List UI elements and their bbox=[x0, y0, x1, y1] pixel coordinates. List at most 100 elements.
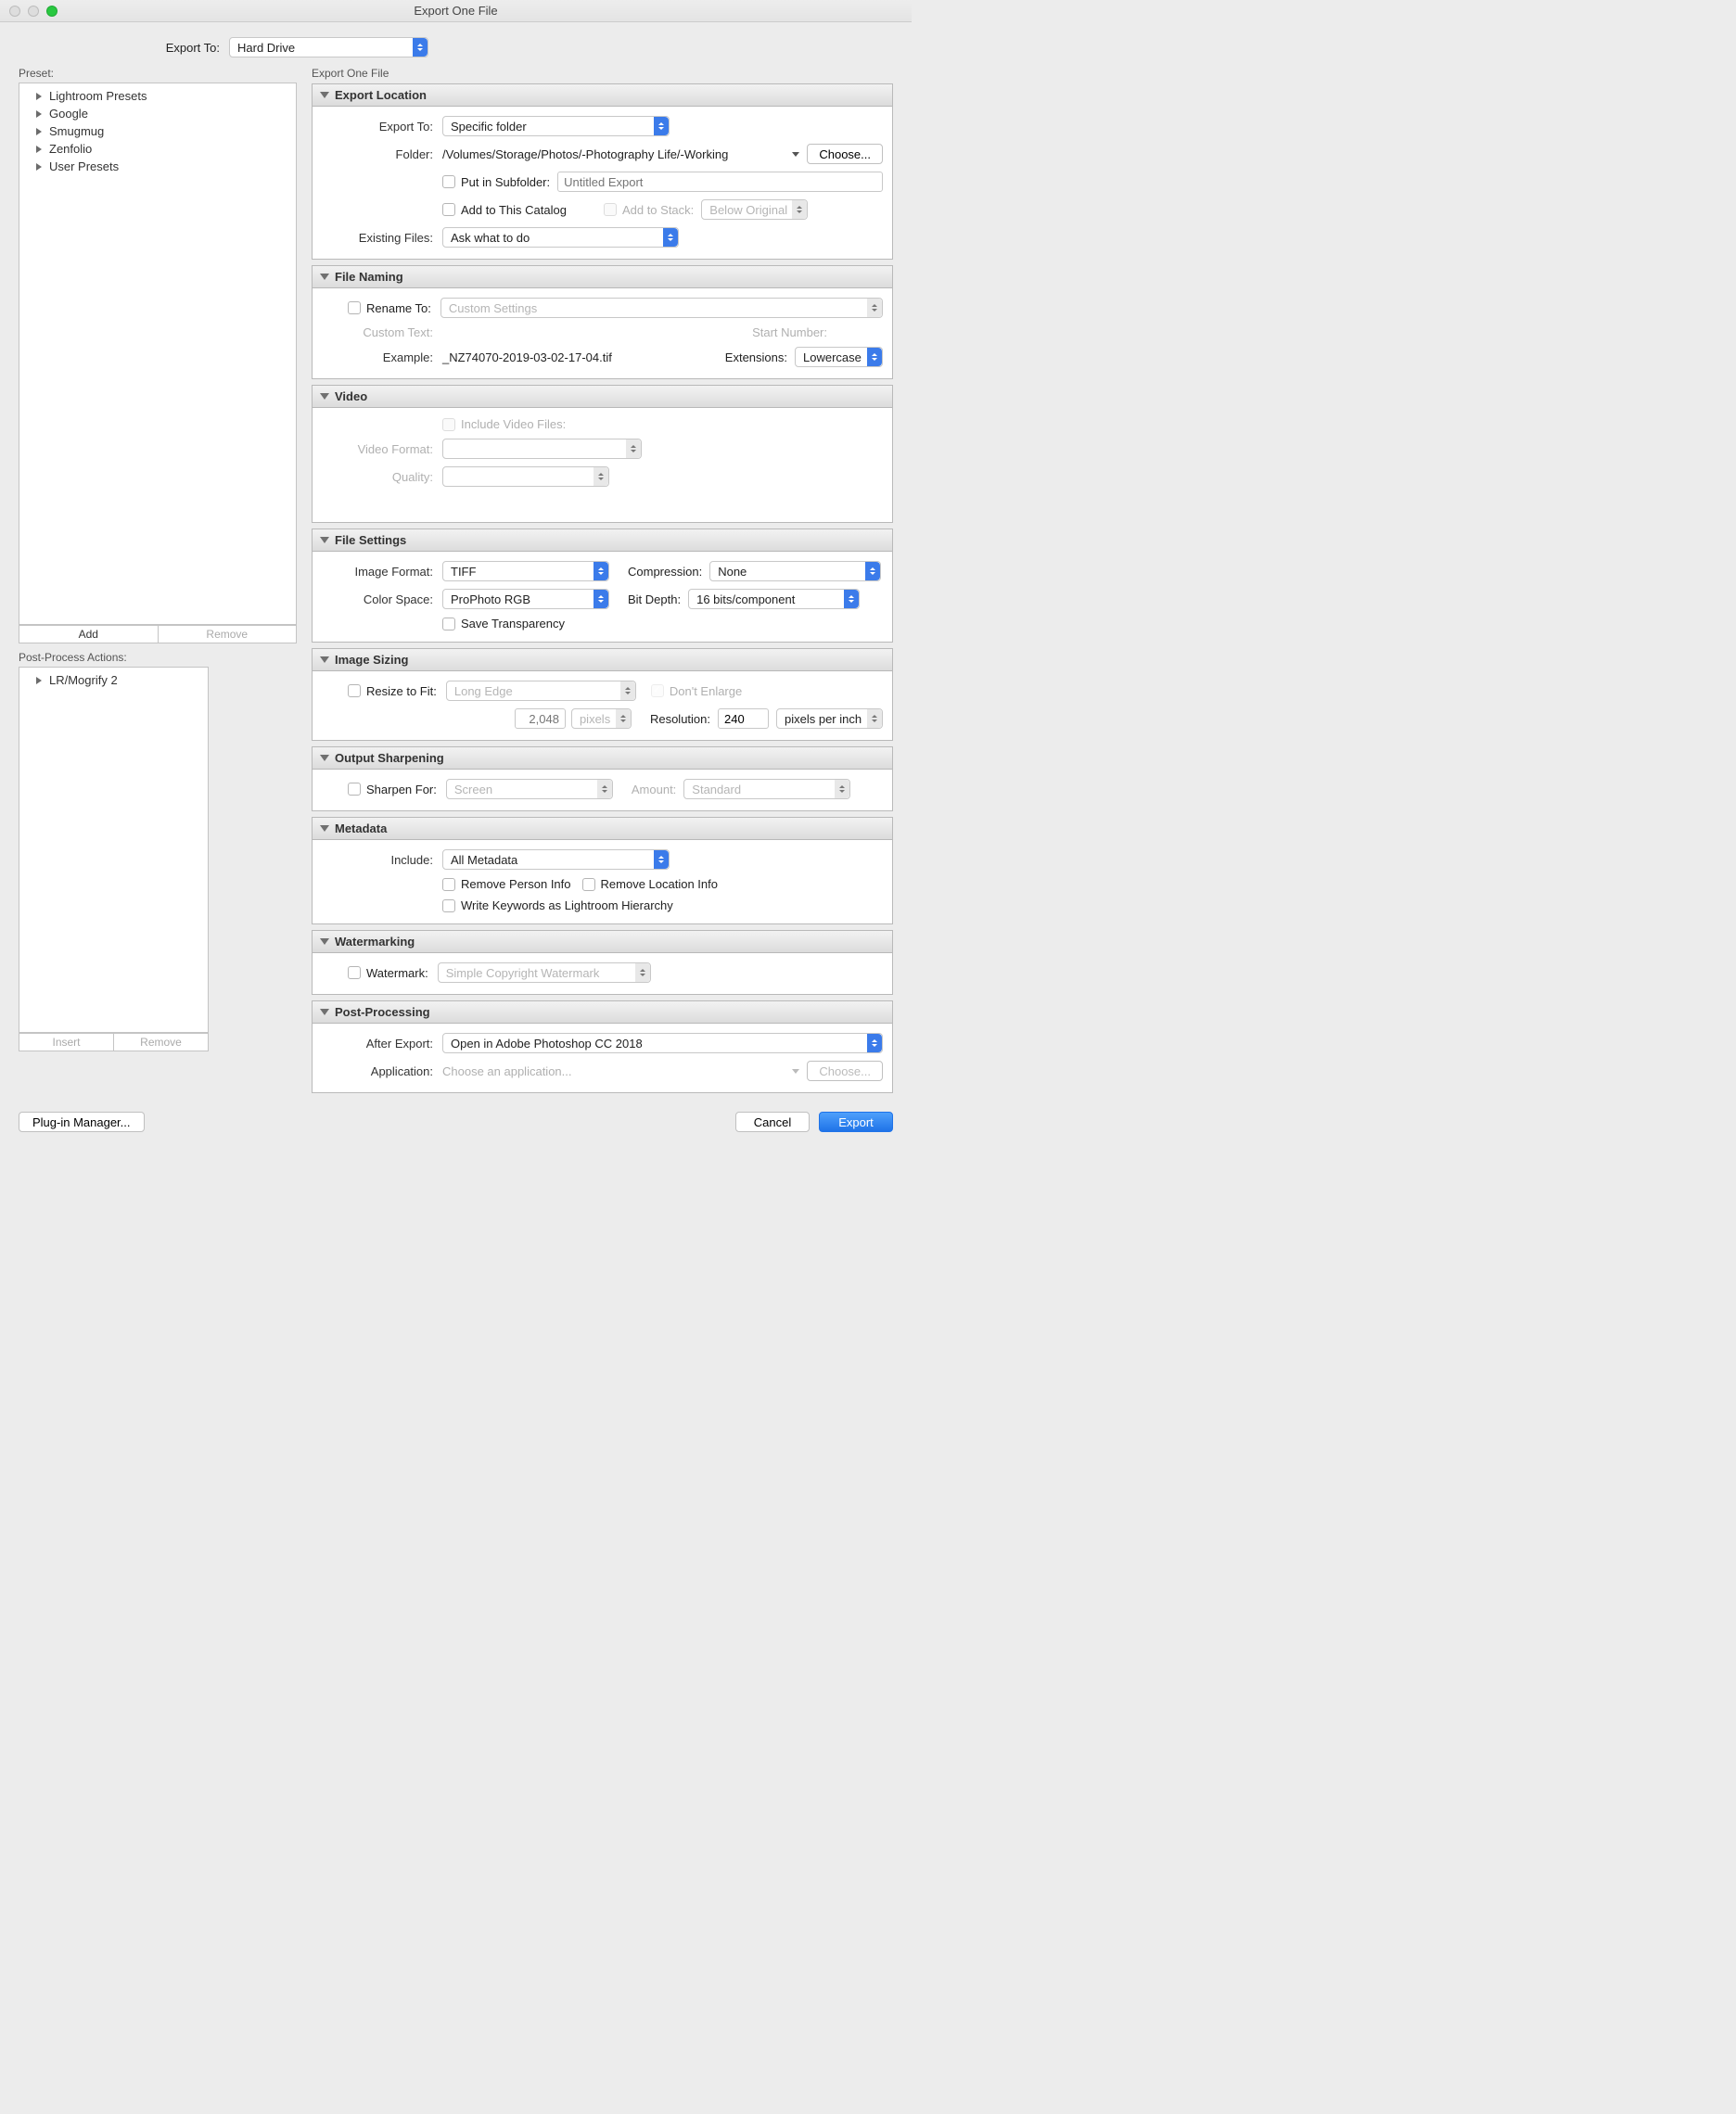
panel-file-settings: File Settings Image Format: TIFF Compres… bbox=[312, 528, 893, 643]
panel-head[interactable]: File Settings bbox=[313, 529, 892, 552]
window-title: Export One File bbox=[0, 4, 912, 18]
minimize-icon[interactable] bbox=[28, 6, 39, 17]
extensions-label: Extensions: bbox=[725, 350, 787, 364]
panel-head[interactable]: Watermarking bbox=[313, 931, 892, 953]
panel-watermarking: Watermarking Watermark: Simple Copyright… bbox=[312, 930, 893, 995]
resolution-input[interactable] bbox=[718, 708, 769, 729]
panel-head[interactable]: Video bbox=[313, 386, 892, 408]
sharpen-checkbox[interactable] bbox=[348, 783, 361, 796]
compression-select[interactable]: None bbox=[709, 561, 881, 581]
rename-to-label: Rename To: bbox=[366, 301, 431, 315]
video-format-label: Video Format: bbox=[322, 442, 433, 456]
preset-item[interactable]: Zenfolio bbox=[19, 140, 296, 158]
remove-person-label: Remove Person Info bbox=[461, 877, 571, 891]
extensions-select[interactable]: Lowercase bbox=[795, 347, 883, 367]
remove-location-checkbox[interactable] bbox=[582, 878, 595, 891]
subfolder-input[interactable] bbox=[557, 172, 883, 192]
panel-metadata: Metadata Include: All Metadata Remove Pe… bbox=[312, 817, 893, 924]
subfolder-label: Put in Subfolder: bbox=[461, 175, 550, 189]
chevron-down-icon bbox=[320, 537, 329, 543]
write-keywords-checkbox[interactable] bbox=[442, 899, 455, 912]
after-export-select[interactable]: Open in Adobe Photoshop CC 2018 bbox=[442, 1033, 883, 1053]
custom-text-label: Custom Text: bbox=[322, 325, 433, 339]
bitdepth-select[interactable]: 16 bits/component bbox=[688, 589, 860, 609]
titlebar: Export One File bbox=[0, 0, 912, 22]
watermark-checkbox[interactable] bbox=[348, 966, 361, 979]
sharpen-label: Sharpen For: bbox=[366, 783, 437, 796]
remove-action-button[interactable]: Remove bbox=[114, 1033, 209, 1051]
insert-action-button[interactable]: Insert bbox=[19, 1033, 114, 1051]
remove-location-label: Remove Location Info bbox=[601, 877, 718, 891]
preset-item[interactable]: Google bbox=[19, 105, 296, 122]
postproc-list[interactable]: LR/Mogrify 2 bbox=[19, 667, 209, 1033]
export-button[interactable]: Export bbox=[819, 1112, 893, 1132]
add-preset-button[interactable]: Add bbox=[19, 625, 159, 643]
zoom-icon[interactable] bbox=[46, 6, 57, 17]
chevron-down-icon bbox=[320, 938, 329, 945]
choose-app-button: Choose... bbox=[807, 1061, 883, 1081]
disclosure-icon bbox=[36, 163, 42, 171]
preset-item[interactable]: Lightroom Presets bbox=[19, 87, 296, 105]
existing-files-label: Existing Files: bbox=[322, 231, 433, 245]
panel-head[interactable]: Export Location bbox=[313, 84, 892, 107]
application-placeholder: Choose an application... bbox=[442, 1064, 785, 1078]
plugin-manager-button[interactable]: Plug-in Manager... bbox=[19, 1112, 145, 1132]
metadata-include-select[interactable]: All Metadata bbox=[442, 849, 670, 870]
colorspace-select[interactable]: ProPhoto RGB bbox=[442, 589, 609, 609]
export-folder-select[interactable]: Specific folder bbox=[442, 116, 670, 136]
preset-item[interactable]: Smugmug bbox=[19, 122, 296, 140]
bitdepth-label: Bit Depth: bbox=[628, 592, 681, 606]
save-transparency-checkbox[interactable] bbox=[442, 618, 455, 630]
application-dropdown[interactable] bbox=[792, 1069, 799, 1074]
chevron-down-icon bbox=[320, 1009, 329, 1015]
cancel-button[interactable]: Cancel bbox=[735, 1112, 810, 1132]
panel-head[interactable]: Metadata bbox=[313, 818, 892, 840]
add-catalog-checkbox[interactable] bbox=[442, 203, 455, 216]
include-label: Include: bbox=[322, 853, 433, 867]
panel-head[interactable]: Output Sharpening bbox=[313, 747, 892, 770]
disclosure-icon bbox=[36, 110, 42, 118]
export-to-select[interactable]: Hard Drive bbox=[229, 37, 428, 57]
video-quality-label: Quality: bbox=[322, 470, 433, 484]
existing-files-select[interactable]: Ask what to do bbox=[442, 227, 679, 248]
resize-checkbox[interactable] bbox=[348, 684, 361, 697]
preset-item[interactable]: User Presets bbox=[19, 158, 296, 175]
application-label: Application: bbox=[322, 1064, 433, 1078]
rename-checkbox[interactable] bbox=[348, 301, 361, 314]
subfolder-checkbox[interactable] bbox=[442, 175, 455, 188]
video-format-select bbox=[442, 439, 642, 459]
include-video-checkbox bbox=[442, 418, 455, 431]
close-icon[interactable] bbox=[9, 6, 20, 17]
panel-head[interactable]: Image Sizing bbox=[313, 649, 892, 671]
watermark-select: Simple Copyright Watermark bbox=[438, 962, 651, 983]
video-quality-select bbox=[442, 466, 609, 487]
remove-person-checkbox[interactable] bbox=[442, 878, 455, 891]
dont-enlarge-label: Don't Enlarge bbox=[670, 684, 742, 698]
dont-enlarge-checkbox bbox=[651, 684, 664, 697]
chevron-down-icon bbox=[320, 393, 329, 400]
after-export-label: After Export: bbox=[322, 1037, 433, 1051]
choose-folder-button[interactable]: Choose... bbox=[807, 144, 883, 164]
postproc-item[interactable]: LR/Mogrify 2 bbox=[19, 671, 208, 689]
dimension-unit-select: pixels bbox=[571, 708, 632, 729]
disclosure-icon bbox=[36, 146, 42, 153]
include-video-label: Include Video Files: bbox=[461, 417, 566, 431]
panel-head[interactable]: File Naming bbox=[313, 266, 892, 288]
panel-output-sharpening: Output Sharpening Sharpen For: Screen Am… bbox=[312, 746, 893, 811]
export-to-value: Hard Drive bbox=[237, 41, 295, 55]
sharpen-for-select: Screen bbox=[446, 779, 613, 799]
preset-list[interactable]: Lightroom Presets Google Smugmug Zenfoli… bbox=[19, 83, 297, 625]
stack-select: Below Original bbox=[701, 199, 808, 220]
chevron-down-icon bbox=[320, 755, 329, 761]
export-to-label: Export To: bbox=[155, 41, 220, 55]
remove-preset-button[interactable]: Remove bbox=[159, 625, 298, 643]
panel-head[interactable]: Post-Processing bbox=[313, 1001, 892, 1024]
folder-history-dropdown[interactable] bbox=[792, 152, 799, 157]
save-transparency-label: Save Transparency bbox=[461, 617, 565, 630]
image-format-select[interactable]: TIFF bbox=[442, 561, 609, 581]
folder-label: Folder: bbox=[322, 147, 433, 161]
panel-export-location: Export Location Export To: Specific fold… bbox=[312, 83, 893, 260]
resolution-unit-select[interactable]: pixels per inch bbox=[776, 708, 883, 729]
chevron-down-icon bbox=[320, 92, 329, 98]
chevron-down-icon bbox=[320, 274, 329, 280]
